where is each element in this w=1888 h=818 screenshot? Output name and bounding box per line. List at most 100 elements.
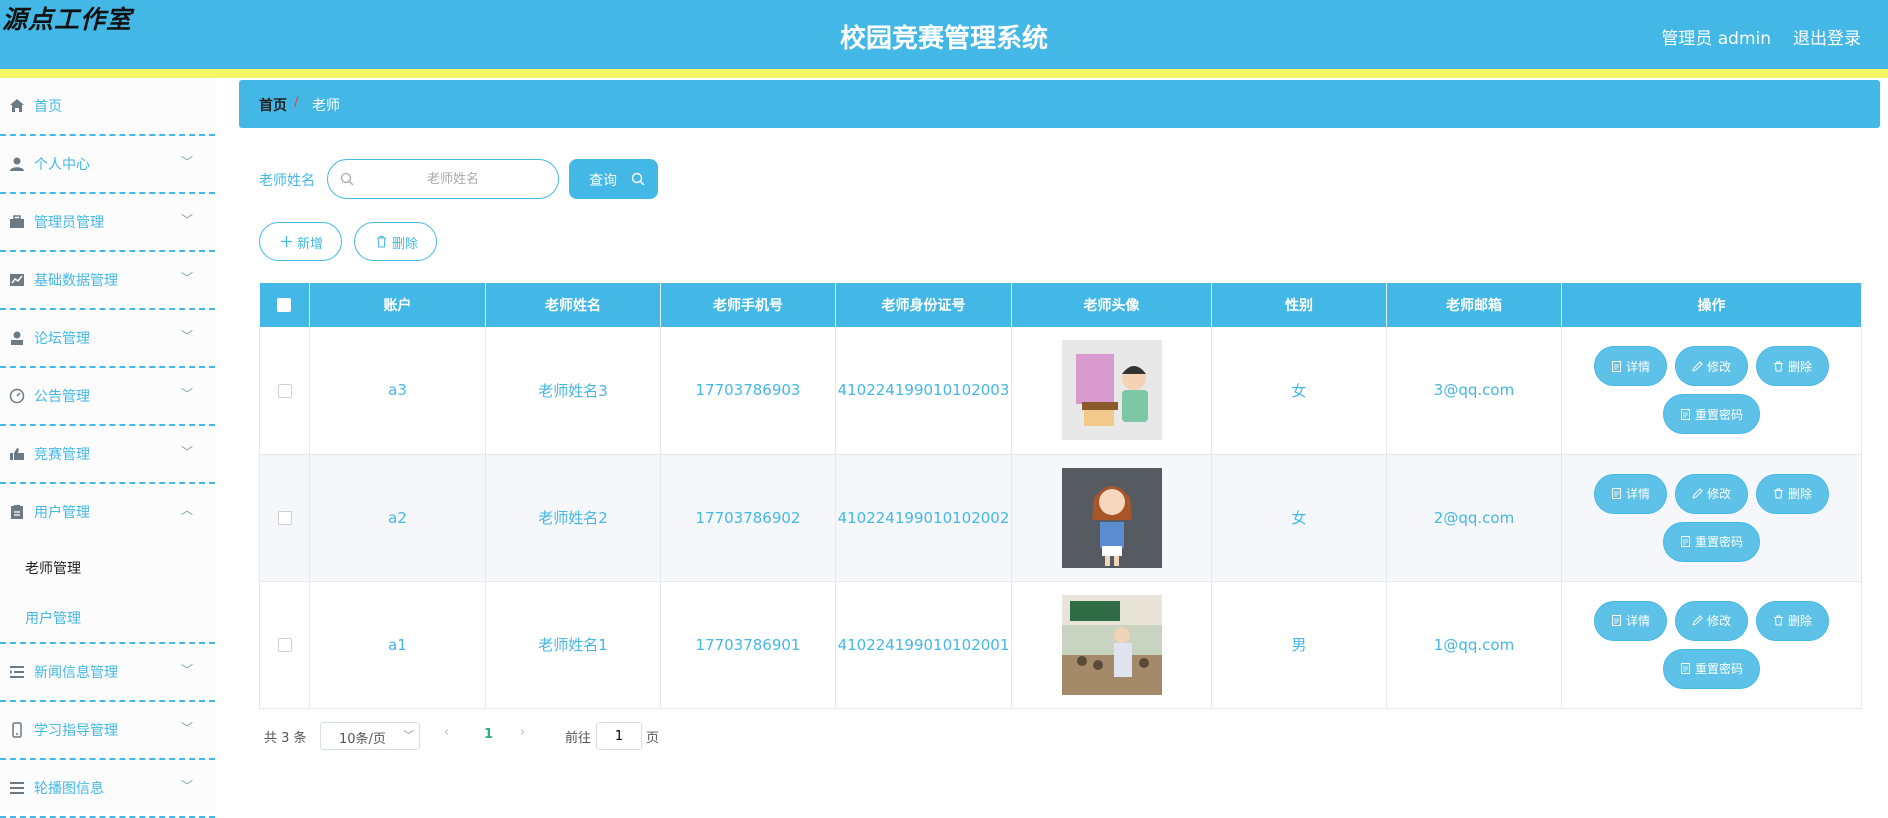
edit-button-label: 修改 [1706, 487, 1731, 501]
actions-cell: 详情 修改 删除 重置密码 [1561, 581, 1862, 709]
delete-button-label: 删除 [1787, 487, 1812, 501]
edit-button[interactable]: 修改 [1675, 473, 1748, 514]
sidebar-item-user-management[interactable]: 用户管理 ︿ [0, 484, 215, 542]
trash-icon [1773, 361, 1783, 372]
sidebar-item-study-guide[interactable]: 学习指导管理 ﹀ [0, 702, 215, 760]
sidebar-item-label: 学习指导管理 [34, 723, 118, 739]
delete-button[interactable]: 删除 [1756, 473, 1829, 514]
breadcrumb-separator: / [294, 94, 299, 110]
edit-button[interactable]: 修改 [1675, 600, 1748, 641]
reset-password-button[interactable]: 重置密码 [1663, 648, 1760, 689]
detail-button[interactable]: 详情 [1594, 600, 1667, 641]
table-row: a3 老师姓名3 17703786903 410224199010102003 … [259, 327, 1862, 455]
teacher-avatar-image[interactable] [1061, 340, 1162, 441]
trash-icon [377, 235, 386, 248]
document-icon [1680, 663, 1690, 674]
row-select-cell [259, 454, 310, 582]
sidebar-item-label: 管理员管理 [34, 215, 104, 231]
sidebar-item-forum[interactable]: 论坛管理 ﹀ [0, 310, 215, 368]
sidebar-item-label: 个人中心 [34, 157, 90, 173]
row-select-cell [259, 327, 310, 455]
edit-button-label: 修改 [1706, 359, 1731, 374]
sidebar-item-basic-data[interactable]: 基础数据管理 ﹀ [0, 252, 215, 310]
edit-icon [1692, 361, 1703, 372]
avatar-cell [1011, 454, 1212, 582]
email-cell: 2@qq.com [1386, 454, 1562, 582]
chevron-down-icon: ﹀ [403, 729, 414, 742]
actions-row: 重置密码 [1562, 394, 1861, 435]
prev-page-button[interactable]: ‹ [444, 725, 449, 740]
detail-button-label: 详情 [1625, 359, 1650, 374]
add-button[interactable]: 新增 [259, 222, 342, 261]
current-user: 管理员 admin [1661, 29, 1771, 49]
sidebar-item-personal-center[interactable]: 个人中心 ﹀ [0, 136, 215, 194]
delete-button-label: 删除 [392, 237, 419, 252]
edit-icon [1692, 615, 1703, 626]
breadcrumb-home[interactable]: 首页 [259, 95, 287, 115]
sidebar-subitem-teacher-management[interactable]: 老师管理 [0, 542, 215, 592]
reset-password-label: 重置密码 [1694, 662, 1743, 676]
page-size-select[interactable]: 10条/页 ﹀ [320, 722, 420, 750]
edit-button-label: 修改 [1706, 614, 1731, 628]
goto-label: 前往 [565, 731, 592, 746]
sidebar-item-notice[interactable]: 公告管理 ﹀ [0, 368, 215, 426]
detail-button[interactable]: 详情 [1594, 346, 1667, 387]
select-all-cell[interactable] [259, 283, 310, 327]
batch-delete-button[interactable]: 删除 [354, 222, 437, 261]
search-input[interactable] [358, 160, 548, 198]
teacher-avatar-image[interactable] [1061, 594, 1162, 695]
column-header: 老师邮箱 [1386, 283, 1562, 327]
sidebar-item-news[interactable]: 新闻信息管理 ﹀ [0, 644, 215, 702]
list-icon [10, 666, 24, 678]
search-icon [631, 172, 645, 186]
page-size-value: 10条/页 [339, 732, 386, 747]
row-checkbox[interactable] [277, 383, 292, 398]
sidebar-item-label: 基础数据管理 [34, 273, 118, 289]
sidebar: 首页 个人中心 ﹀ 管理员管理 ﹀ 基础数据管理 ﹀ 论坛管理 ﹀ 公告管理 ﹀… [0, 78, 215, 818]
page-number-current[interactable]: 1 [484, 727, 493, 742]
id-number-cell: 410224199010102002 [835, 454, 1012, 582]
detail-button[interactable]: 详情 [1594, 473, 1667, 514]
sidebar-item-admin-management[interactable]: 管理员管理 ﹀ [0, 194, 215, 252]
delete-button[interactable]: 删除 [1756, 600, 1829, 641]
edit-icon [1692, 488, 1703, 499]
actions-row: 详情 修改 删除 [1562, 473, 1861, 514]
chevron-down-icon: ﹀ [180, 155, 193, 169]
teacher-avatar-image[interactable] [1061, 467, 1162, 568]
sidebar-item-carousel[interactable]: 轮播图信息 ﹀ [0, 760, 215, 818]
sidebar-item-home[interactable]: 首页 [0, 78, 215, 136]
detail-button-label: 详情 [1625, 614, 1650, 628]
search-field[interactable] [327, 159, 559, 199]
row-checkbox[interactable] [277, 511, 292, 525]
actions-row: 详情 修改 删除 [1562, 346, 1861, 387]
add-button-label: 新增 [297, 237, 324, 252]
select-all-checkbox[interactable] [277, 298, 292, 312]
user-icon [11, 331, 23, 345]
sidebar-subitem-label: 老师管理 [25, 561, 81, 577]
table-row: a1 老师姓名1 17703786901 410224199010102001 … [259, 581, 1862, 709]
breadcrumb: 首页 / 老师 [239, 80, 1880, 128]
name-cell: 老师姓名1 [485, 581, 661, 709]
goto-unit: 页 [646, 731, 660, 746]
actions-row: 重置密码 [1562, 521, 1861, 562]
sidebar-item-label: 首页 [34, 99, 62, 115]
sidebar-item-label: 论坛管理 [34, 331, 90, 347]
document-icon [1611, 488, 1621, 499]
row-checkbox[interactable] [277, 638, 292, 652]
goto-page-input[interactable] [596, 722, 642, 750]
account-cell: a3 [309, 327, 486, 455]
menu-icon [10, 782, 24, 794]
sidebar-item-competition[interactable]: 竞赛管理 ﹀ [0, 426, 215, 484]
next-page-button[interactable]: › [520, 725, 525, 740]
logout-link[interactable]: 退出登录 [1793, 24, 1861, 49]
edit-button[interactable]: 修改 [1675, 346, 1748, 387]
delete-button[interactable]: 删除 [1756, 346, 1829, 387]
reset-password-button[interactable]: 重置密码 [1663, 394, 1760, 435]
query-button[interactable]: 查询 [569, 159, 658, 199]
sidebar-subitem-user-management[interactable]: 用户管理 [0, 592, 215, 642]
home-icon [10, 99, 24, 112]
reset-password-button[interactable]: 重置密码 [1663, 521, 1760, 562]
phone-cell: 17703786903 [660, 327, 836, 455]
chevron-down-icon: ﹀ [180, 387, 193, 401]
reset-password-label: 重置密码 [1694, 535, 1743, 549]
